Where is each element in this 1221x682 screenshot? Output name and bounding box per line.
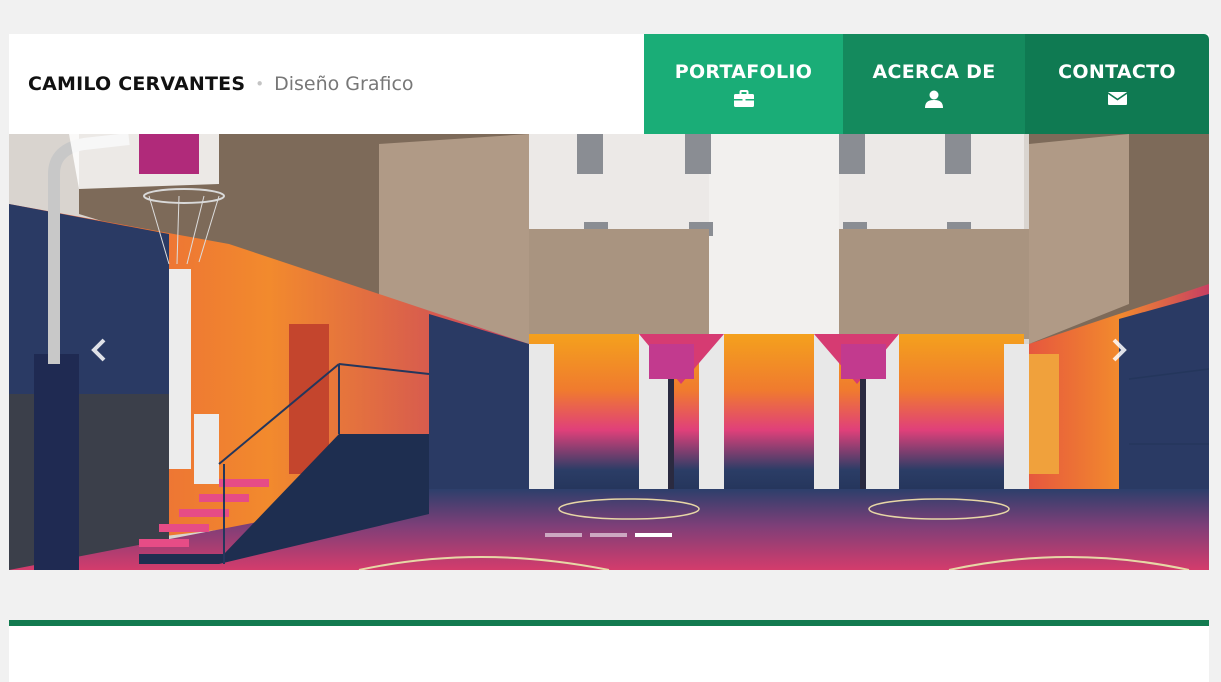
envelope-icon [1107,90,1127,108]
carousel-prev-button[interactable] [89,337,109,363]
brand-name[interactable]: CAMILO CERVANTES [28,73,245,95]
nav-label-contacto: CONTACTO [1058,60,1176,83]
brand-role: Diseño Grafico [274,73,414,95]
nav-item-contacto[interactable]: CONTACTO [1025,34,1209,134]
chevron-right-icon [1112,338,1127,362]
carousel-indicator[interactable] [590,533,627,537]
carousel-next-button[interactable] [1109,337,1129,363]
carousel-indicator[interactable] [545,533,582,537]
user-icon [924,90,944,108]
content-section [9,620,1209,682]
nav-item-acerca-de[interactable]: ACERCA DE [843,34,1025,134]
nav-label-acerca-de: ACERCA DE [872,60,996,83]
carousel-indicators [545,533,672,537]
brand: CAMILO CERVANTES • Diseño Grafico [28,34,414,134]
chevron-left-icon [91,338,106,362]
page-wrapper: CAMILO CERVANTES • Diseño Grafico PORTAF… [9,34,1209,570]
brand-separator: • [255,75,265,93]
nav-item-portafolio[interactable]: PORTAFOLIO [644,34,843,134]
image-carousel [9,134,1209,570]
main-nav: PORTAFOLIO ACERCA DE CONTACTO [644,34,1209,134]
carousel-slide-image [9,134,1209,570]
nav-label-portafolio: PORTAFOLIO [674,60,813,83]
site-header: CAMILO CERVANTES • Diseño Grafico PORTAF… [9,34,1209,134]
briefcase-icon [733,90,754,108]
carousel-indicator[interactable] [635,533,672,537]
